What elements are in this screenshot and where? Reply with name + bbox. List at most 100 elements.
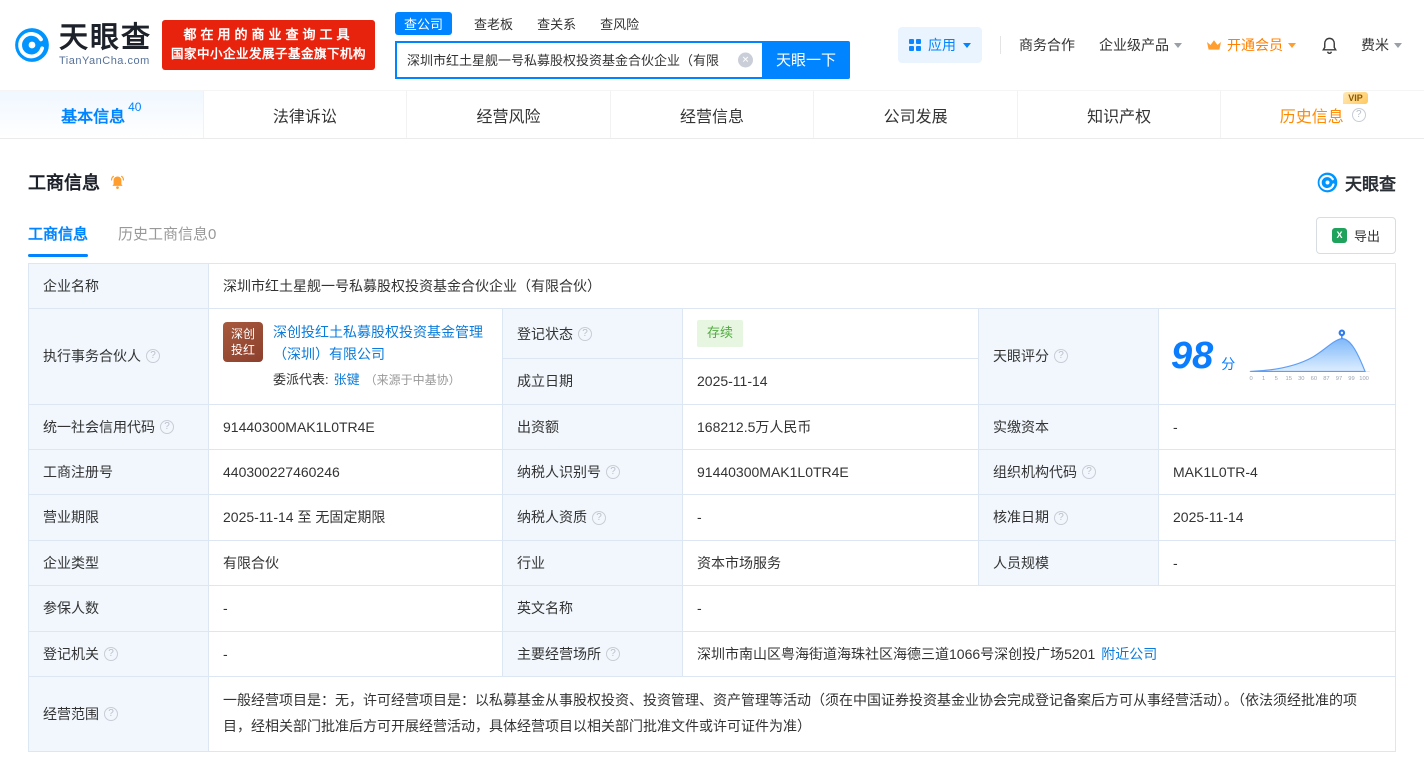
search-tab-boss[interactable]: 查老板 — [472, 12, 515, 35]
help-icon[interactable] — [606, 646, 620, 661]
score-distribution-chart: 0 1 5 15 30 60 87 97 99 100 — [1249, 330, 1371, 383]
taxpayer-qualification-label: 纳税人资质 — [517, 509, 587, 526]
reg-status-label-cell: 登记状态 — [503, 309, 683, 360]
search-tabs: 查公司 查老板 查关系 查风险 — [395, 11, 850, 35]
svg-text:97: 97 — [1336, 377, 1342, 383]
tianyancha-logo-icon — [15, 28, 49, 62]
search-tab-company[interactable]: 查公司 — [395, 11, 453, 35]
tab-operating-risk[interactable]: 经营风险 — [406, 91, 610, 138]
score-value-cell: 98 分 0 1 5 15 30 60 87 97 99 100 — [1159, 309, 1396, 405]
enterprise-products-menu[interactable]: 企业级产品 — [1099, 35, 1182, 55]
help-icon[interactable] — [1054, 349, 1068, 364]
search-input[interactable] — [395, 40, 763, 79]
chevron-down-icon — [1288, 43, 1296, 52]
partner-company-link[interactable]: 深创投红土私募股权投资基金管理（深圳）有限公司 — [273, 322, 488, 365]
paidin-capital-value-cell: - — [1159, 404, 1396, 450]
tab-company-development[interactable]: 公司发展 — [813, 91, 1017, 138]
approval-date-label: 核准日期 — [993, 509, 1049, 526]
credit-code-label-cell: 统一社会信用代码 — [29, 404, 209, 450]
contribution-label: 出资额 — [517, 418, 559, 435]
user-menu[interactable]: 费米 — [1361, 35, 1402, 55]
table-row: 经营范围 一般经营项目是：无，许可经营项目是：以私募基金从事股权投资、投资管理、… — [29, 676, 1396, 752]
partner-label-cell: 执行事务合伙人 — [29, 309, 209, 405]
company-nav-tabs: 基本信息 40 法律诉讼 经营风险 经营信息 公司发展 知识产权 历史信息 VI… — [0, 90, 1424, 139]
tab-company-development-label: 公司发展 — [883, 108, 948, 126]
help-icon[interactable] — [104, 706, 118, 721]
table-row: 登记机关 - 主要经营场所 深圳市南山区粤海街道海珠社区海德三道1066号深创投… — [29, 631, 1396, 677]
apps-menu[interactable]: 应用 — [898, 27, 982, 63]
industry-label-cell: 行业 — [503, 540, 683, 587]
top-header: 天眼查 TianYanCha.com 都在用的商业查询工具 国家中小企业发展子基… — [0, 0, 1424, 90]
apps-label: 应用 — [928, 37, 956, 53]
search-button[interactable]: 天眼一下 — [762, 40, 851, 79]
search-tab-risk[interactable]: 查风险 — [598, 12, 641, 35]
contribution-value-cell: 168212.5万人民币 — [683, 404, 979, 450]
tianyancha-logo[interactable]: 天眼查 TianYanCha.com — [14, 22, 152, 67]
paidin-capital-value: - — [1173, 418, 1178, 435]
search-tab-relation[interactable]: 查关系 — [535, 12, 578, 35]
chevron-down-icon — [963, 43, 971, 52]
tab-basic-info[interactable]: 基本信息 40 — [0, 91, 203, 138]
tab-intellectual-property[interactable]: 知识产权 — [1016, 91, 1221, 138]
alarm-bell-icon[interactable] — [109, 174, 126, 191]
score-value: 98 — [1171, 335, 1214, 378]
help-icon[interactable] — [146, 349, 160, 364]
tab-business-info-label: 经营信息 — [680, 108, 745, 126]
search-area: 查公司 查老板 查关系 查风险 天眼一下 — [395, 11, 851, 79]
representative-link[interactable]: 张键 — [334, 370, 360, 391]
reg-status-label: 登记状态 — [517, 325, 573, 342]
section-title: 工商信息 — [28, 173, 100, 193]
export-button[interactable]: 导出 — [1315, 216, 1396, 254]
help-icon[interactable] — [578, 326, 592, 341]
help-icon[interactable] — [1054, 510, 1068, 525]
main-content: 工商信息 天眼查 工商信息 历史工商信息0 导出 — [0, 169, 1424, 758]
excel-icon — [1331, 227, 1347, 243]
score-label-cell: 天眼评分 — [979, 309, 1159, 405]
subtab-row: 工商信息 历史工商信息0 导出 — [28, 213, 1396, 257]
org-code-label-cell: 组织机构代码 — [979, 449, 1159, 496]
svg-text:87: 87 — [1323, 377, 1329, 383]
representative-source: （来源于中基协） — [364, 372, 461, 387]
english-name-value: - — [697, 600, 702, 617]
tab-legal-proceedings[interactable]: 法律诉讼 — [202, 91, 407, 138]
business-term-value-cell: 2025-11-14 至 无固定期限 — [209, 495, 503, 541]
help-icon[interactable] — [592, 510, 606, 525]
tab-legal-proceedings-label: 法律诉讼 — [272, 108, 337, 126]
insured-count-value: - — [223, 600, 228, 617]
help-icon[interactable] — [160, 419, 174, 434]
score-unit: 分 — [1221, 356, 1236, 373]
paidin-capital-label: 实缴资本 — [993, 418, 1049, 435]
insured-count-label: 参保人数 — [43, 600, 99, 617]
section-header: 工商信息 天眼查 — [28, 169, 1396, 195]
help-icon[interactable] — [606, 465, 620, 480]
staff-size-value-cell: - — [1159, 540, 1396, 587]
nearby-companies-link[interactable]: 附近公司 — [1101, 643, 1157, 665]
subtab-history-business-info[interactable]: 历史工商信息0 — [118, 213, 216, 257]
svg-text:1: 1 — [1262, 377, 1265, 383]
partner-logo[interactable]: 深创投红 — [223, 322, 263, 363]
search-box: 天眼一下 — [395, 40, 851, 79]
industry-value-cell: 资本市场服务 — [683, 540, 979, 587]
help-icon[interactable] — [1082, 465, 1096, 480]
open-vip-menu[interactable]: 开通会员 — [1206, 35, 1296, 55]
header-divider — [1000, 36, 1001, 54]
subtab-business-info[interactable]: 工商信息 — [28, 213, 89, 257]
table-row: 统一社会信用代码 91440300MAK1L0TR4E 出资额 168212.5… — [29, 404, 1396, 450]
tab-business-info[interactable]: 经营信息 — [609, 91, 814, 138]
help-icon[interactable] — [104, 646, 118, 661]
representative-label: 委派代表: — [273, 371, 329, 387]
business-term-label: 营业期限 — [43, 509, 99, 526]
help-icon[interactable] — [1351, 107, 1366, 122]
clear-search-icon[interactable] — [738, 52, 754, 67]
taxpayer-qualification-value: - — [697, 509, 702, 526]
bell-icon — [1322, 37, 1337, 54]
approval-date-value-cell: 2025-11-14 — [1159, 495, 1396, 541]
tab-history-info-wrap: 历史信息 VIP — [1280, 91, 1368, 127]
business-cooperation-link[interactable]: 商务合作 — [1019, 35, 1075, 55]
status-badge: 存续 — [697, 320, 744, 348]
svg-text:100: 100 — [1360, 377, 1370, 383]
tab-history-info[interactable]: 历史信息 VIP — [1220, 91, 1424, 138]
export-label: 导出 — [1353, 228, 1380, 244]
notifications-button[interactable] — [1320, 36, 1339, 55]
svg-text:15: 15 — [1286, 377, 1292, 383]
